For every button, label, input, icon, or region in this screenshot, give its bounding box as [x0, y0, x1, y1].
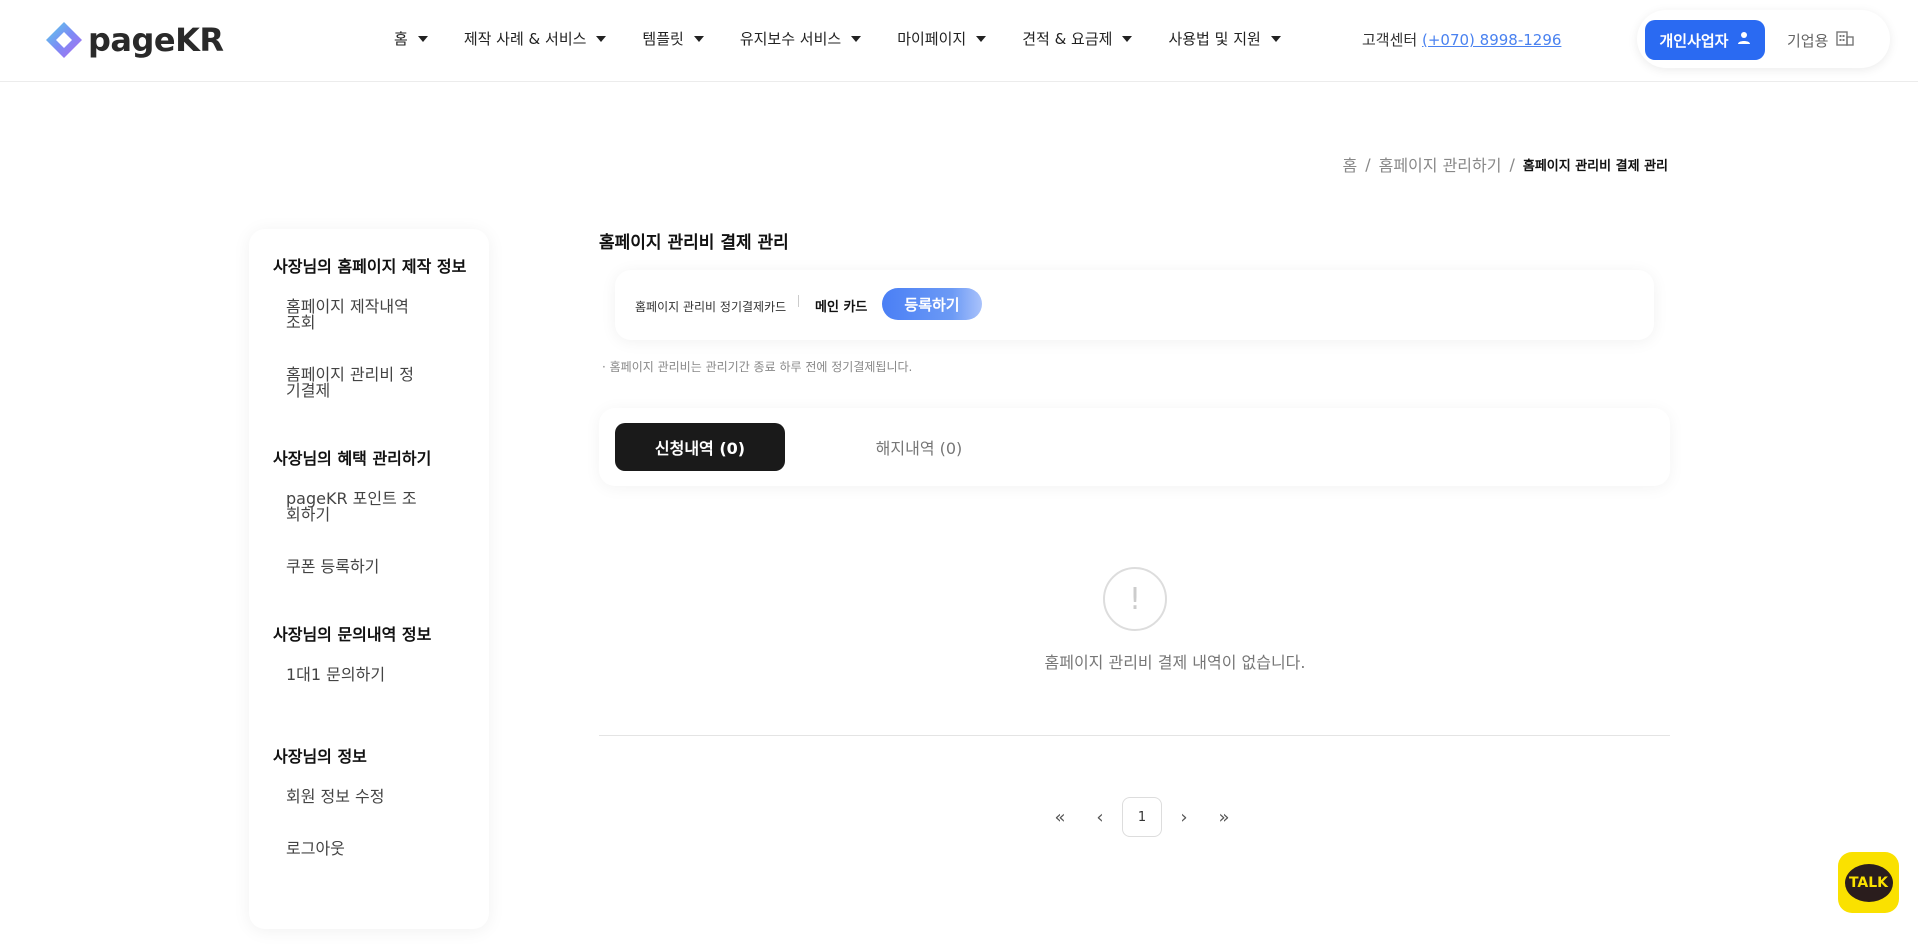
nav-pricing[interactable]: 견적 & 요금제 [1022, 28, 1133, 49]
main-nav: 홈 제작 사례 & 서비스 템플릿 유지보수 서비스 마이페이지 견적 & 요금… [394, 28, 1317, 49]
prev-page-icon[interactable]: ‹ [1080, 797, 1120, 837]
breadcrumb-separator: / [1365, 154, 1371, 174]
caret-down-icon [851, 35, 862, 42]
sidebar-item-coupon[interactable]: 쿠폰 등록하기 [286, 559, 426, 575]
nav-label: 사용법 및 지원 [1168, 30, 1261, 48]
breadcrumb-current: 홈페이지 관리비 결제 관리 [1522, 158, 1668, 174]
empty-state-text: 홈페이지 관리비 결제 내역이 없습니다. [1044, 653, 1306, 672]
breadcrumb-parent[interactable]: 홈페이지 관리하기 [1379, 152, 1502, 176]
nav-label: 제작 사례 & 서비스 [463, 30, 587, 48]
site-header: pageKR 홈 제작 사례 & 서비스 템플릿 유지보수 서비스 마이페이지 … [0, 0, 1918, 82]
logo-text: pageKR [88, 21, 224, 59]
logo[interactable]: pageKR [44, 20, 224, 60]
page-number[interactable]: 1 [1122, 797, 1162, 837]
personal-business-button[interactable]: 개인사업자 [1645, 20, 1765, 60]
user-icon [1737, 31, 1751, 49]
caret-down-icon [693, 35, 704, 42]
nav-portfolio[interactable]: 제작 사례 & 서비스 [464, 28, 607, 49]
breadcrumb-home[interactable]: 홈 [1342, 152, 1357, 176]
cs-label: 고객센터 [1362, 31, 1418, 49]
kakaotalk-icon: TALK [1844, 863, 1893, 902]
account-type-toggle: 개인사업자 기업용 [1637, 10, 1890, 68]
register-card-button[interactable]: 등록하기 [882, 288, 982, 320]
corporate-button[interactable]: 기업용 [1787, 20, 1879, 60]
nav-label: 견적 & 요금제 [1022, 30, 1113, 48]
logo-mark-icon [44, 20, 84, 60]
history-tabs: 신청내역 (0) 해지내역 (0) [599, 408, 1670, 486]
nav-label: 홈 [394, 30, 408, 48]
personal-label: 개인사업자 [1659, 31, 1729, 50]
kakaotalk-chat-button[interactable]: TALK [1838, 852, 1899, 913]
page-title: 홈페이지 관리비 결제 관리 [599, 233, 789, 253]
caret-down-icon [1270, 35, 1281, 42]
breadcrumb: 홈 / 홈페이지 관리하기 / 홈페이지 관리비 결제 관리 [1342, 152, 1668, 176]
sidebar-item-points[interactable]: pageKR 포인트 조회하기 [286, 491, 426, 523]
main-card-label: 메인 카드 [815, 300, 868, 315]
sidebar-group-title: 사장님의 홈페이지 제작 정보 [273, 257, 467, 276]
first-page-icon[interactable]: « [1040, 797, 1080, 837]
sidebar-group-title: 사장님의 문의내역 정보 [273, 625, 432, 644]
nav-label: 템플릿 [642, 30, 684, 48]
nav-maintenance[interactable]: 유지보수 서비스 [739, 28, 862, 49]
pagination: « ‹ 1 › » [1040, 797, 1244, 837]
billing-card-panel: 홈페이지 관리비 정기결제카드 메인 카드 등록하기 [615, 270, 1654, 340]
nav-templates[interactable]: 템플릿 [642, 28, 704, 49]
caret-down-icon [417, 35, 428, 42]
tab-applications[interactable]: 신청내역 (0) [615, 423, 785, 471]
billing-note: · 홈페이지 관리비는 관리기간 종료 하루 전에 정기결제됩니다. [602, 360, 913, 374]
sidebar-item-logout[interactable]: 로그아웃 [286, 841, 426, 857]
last-page-icon[interactable]: » [1204, 797, 1244, 837]
customer-center: 고객센터 (+070) 8998-1296 [1362, 29, 1561, 50]
nav-label: 마이페이지 [897, 30, 967, 48]
next-page-icon[interactable]: › [1164, 797, 1204, 837]
sidebar-group-title: 사장님의 혜택 관리하기 [273, 449, 432, 468]
tab-cancellations[interactable]: 해지내역 (0) [859, 423, 979, 471]
nav-support[interactable]: 사용법 및 지원 [1168, 28, 1281, 49]
nav-home[interactable]: 홈 [394, 28, 428, 49]
sidebar-group-title: 사장님의 정보 [273, 747, 367, 766]
caret-down-icon [976, 35, 987, 42]
sidebar-item-production-history[interactable]: 홈페이지 제작내역 조회 [286, 299, 426, 331]
building-icon [1836, 30, 1855, 50]
divider [599, 735, 1670, 736]
nav-label: 유지보수 서비스 [739, 30, 842, 48]
sidebar-item-billing[interactable]: 홈페이지 관리비 정기결제 [286, 367, 426, 399]
divider [798, 295, 799, 307]
caret-down-icon [596, 35, 607, 42]
caret-down-icon [1122, 35, 1133, 42]
cs-phone-link[interactable]: (+070) 8998-1296 [1422, 31, 1561, 49]
sidebar-item-edit-profile[interactable]: 회원 정보 수정 [286, 789, 426, 805]
billing-card-label: 홈페이지 관리비 정기결제카드 [635, 300, 787, 314]
nav-mypage[interactable]: 마이페이지 [897, 28, 987, 49]
empty-state-message: 홈페이지 관리비 결제 내역이 없습니다. [0, 649, 1918, 673]
corp-label: 기업용 [1787, 31, 1829, 50]
exclamation-icon: ! [1103, 567, 1167, 631]
breadcrumb-separator: / [1509, 154, 1515, 174]
sidebar: 사장님의 홈페이지 제작 정보 홈페이지 제작내역 조회 홈페이지 관리비 정기… [249, 229, 489, 929]
